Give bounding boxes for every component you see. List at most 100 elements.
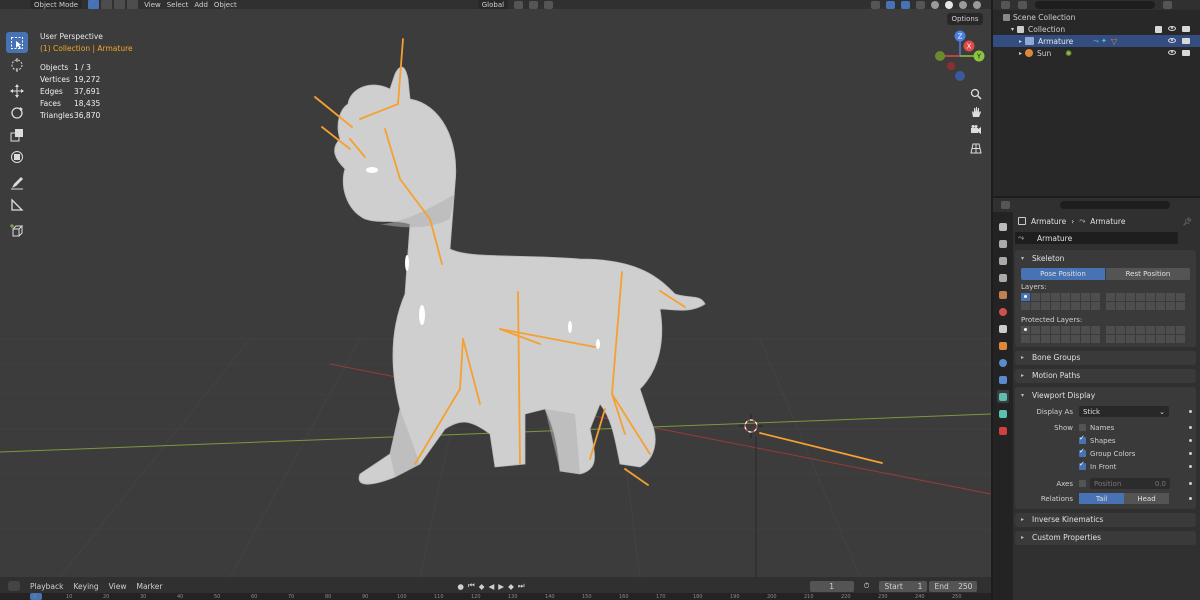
camera-render-icon[interactable] (1182, 38, 1190, 44)
menu-select[interactable]: Select (167, 1, 189, 9)
rendered-shading-icon[interactable] (973, 0, 981, 9)
inverse-kinematics-panel[interactable]: ▸ Inverse Kinematics (1015, 513, 1196, 527)
menu-timeline-view[interactable]: View (109, 582, 127, 591)
cursor-tool[interactable] (6, 54, 28, 75)
display-mode-icon[interactable] (1018, 1, 1027, 9)
tab-constraints[interactable] (997, 373, 1009, 386)
tab-texture[interactable] (997, 424, 1009, 437)
filter-icon[interactable] (1163, 1, 1172, 9)
outliner-row-armature[interactable]: ▸ Armature ⤳ ✦ ▽ (993, 35, 1200, 47)
solid-shading-icon[interactable] (945, 0, 953, 9)
orientation-dropdown[interactable]: Global (477, 0, 509, 9)
pivot-icon[interactable] (514, 0, 524, 9)
keyframe-dot[interactable] (1189, 439, 1192, 442)
current-frame-field[interactable]: 1 (809, 580, 854, 592)
tab-scene[interactable] (997, 288, 1009, 301)
select-mode-toggles[interactable] (88, 0, 139, 9)
tab-world[interactable] (997, 305, 1009, 318)
start-frame-field[interactable]: Start 1 (879, 580, 928, 592)
proportional-edit-icon[interactable] (544, 0, 554, 9)
menu-playback[interactable]: Playback (30, 582, 63, 591)
tail-button[interactable]: Tail (1079, 493, 1124, 504)
light-data-icon[interactable]: ✺ (1065, 49, 1072, 58)
layer-grid-right[interactable] (1106, 293, 1185, 310)
expand-arrow-icon[interactable]: ▸ (1019, 50, 1022, 57)
menu-marker[interactable]: Marker (136, 582, 162, 591)
rest-position-button[interactable]: Rest Position (1106, 268, 1190, 280)
annotate-tool[interactable] (6, 172, 28, 193)
eye-icon[interactable] (1168, 25, 1176, 31)
wireframe-shading-icon[interactable] (931, 0, 939, 9)
eye-icon[interactable] (1168, 38, 1176, 43)
group-colors-checkbox[interactable] (1079, 447, 1086, 457)
motion-paths-header[interactable]: ▸ Motion Paths (1015, 369, 1196, 382)
select-mode-subtract-icon[interactable] (114, 0, 126, 9)
bone-groups-header[interactable]: ▸ Bone Groups (1015, 351, 1196, 364)
viewport-display-header[interactable]: ▾ Viewport Display (1015, 389, 1196, 402)
outliner-row-sun[interactable]: ▸ Sun ✺ (993, 47, 1200, 59)
tab-object[interactable] (997, 339, 1009, 352)
transform-tool[interactable] (6, 146, 28, 167)
move-tool[interactable] (6, 80, 28, 101)
visibility-icon[interactable] (871, 0, 880, 9)
keyframe-dot[interactable] (1189, 482, 1192, 485)
camera-view-icon[interactable] (970, 124, 982, 136)
shapes-checkbox[interactable] (1079, 434, 1086, 444)
menu-add[interactable]: Add (194, 1, 208, 9)
overlay-toggle-icon[interactable] (901, 0, 910, 9)
head-button[interactable]: Head (1124, 493, 1169, 504)
jump-start-icon[interactable]: ⏮ (468, 581, 475, 591)
camera-render-icon[interactable] (1182, 50, 1190, 56)
grid-view-icon[interactable] (970, 142, 982, 154)
protected-grid-right[interactable] (1106, 326, 1185, 343)
end-frame-field[interactable]: End 250 (929, 580, 978, 592)
navigation-gizmo[interactable]: Z Y X (930, 28, 990, 88)
select-box-tool[interactable] (6, 32, 28, 53)
gizmo-neg-x-handle[interactable] (947, 62, 955, 70)
tab-collection[interactable] (997, 322, 1009, 335)
3d-cursor[interactable] (739, 414, 763, 438)
editor-type-clock-icon[interactable] (8, 581, 20, 591)
armature-data-icon[interactable]: ⤳ ✦ (1093, 37, 1107, 46)
data-name-field[interactable]: ⤳ Armature (1015, 232, 1178, 244)
outliner-row-collection[interactable]: ▾ Collection (993, 23, 1200, 35)
menu-view[interactable]: View (144, 1, 161, 9)
scale-tool[interactable] (6, 124, 28, 145)
measure-tool[interactable] (6, 194, 28, 215)
eye-icon[interactable] (1168, 50, 1176, 55)
modifier-icon[interactable]: ▽ (1111, 37, 1117, 46)
pose-position-button[interactable]: Pose Position (1021, 268, 1105, 280)
keyframe-dot[interactable] (1189, 426, 1192, 429)
gizmo-toggle-icon[interactable] (886, 0, 895, 9)
play-reverse-icon[interactable]: ◀ (489, 582, 495, 591)
custom-properties-panel[interactable]: ▸ Custom Properties (1015, 531, 1196, 545)
3d-viewport[interactable]: Object Mode View Select Add Object Globa… (0, 0, 991, 577)
pan-hand-icon[interactable] (970, 106, 982, 118)
outliner-editor-type-icon[interactable] (1001, 1, 1010, 9)
keyframe-dot[interactable] (1189, 497, 1192, 500)
rotate-tool[interactable] (6, 102, 28, 123)
names-checkbox[interactable] (1079, 424, 1086, 431)
exclude-checkbox[interactable] (1155, 25, 1162, 33)
select-mode-extend-icon[interactable] (101, 0, 113, 9)
prev-keyframe-icon[interactable]: ◆ (479, 582, 485, 591)
expand-arrow-icon[interactable]: ▾ (1011, 26, 1014, 33)
protected-grid-left[interactable] (1021, 326, 1100, 343)
properties-search-input[interactable] (1060, 201, 1170, 209)
tab-output[interactable] (997, 254, 1009, 267)
pin-icon[interactable]: 📌︎ (1182, 217, 1192, 226)
in-front-checkbox[interactable] (1079, 460, 1086, 470)
properties-editor-type-icon[interactable] (1001, 201, 1010, 209)
mode-dropdown[interactable]: Object Mode (30, 0, 83, 9)
menu-object[interactable]: Object (214, 1, 237, 9)
jump-end-icon[interactable]: ⏭ (518, 581, 525, 591)
gizmo-neg-y-handle[interactable] (935, 51, 945, 61)
skeleton-panel-header[interactable]: ▾ Skeleton (1015, 252, 1196, 265)
tab-bone[interactable] (997, 407, 1009, 420)
stopwatch-icon[interactable]: ⏱ (864, 581, 870, 591)
tab-tool[interactable] (997, 220, 1009, 233)
tab-modifiers[interactable] (997, 356, 1009, 369)
bone-groups-panel[interactable]: ▸ Bone Groups (1015, 351, 1196, 365)
keyframe-dot[interactable] (1189, 465, 1192, 468)
axes-checkbox[interactable] (1079, 480, 1086, 487)
